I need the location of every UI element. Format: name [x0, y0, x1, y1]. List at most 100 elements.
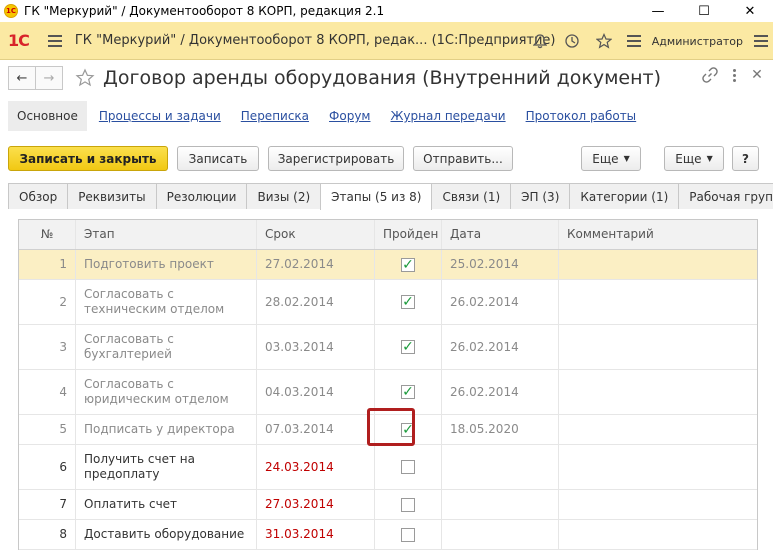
row-number: 3	[19, 325, 76, 369]
row-number: 4	[19, 370, 76, 414]
row-comment[interactable]	[559, 445, 757, 489]
menu-icon[interactable]	[43, 29, 67, 53]
row-done-cell	[375, 490, 442, 519]
row-date	[442, 445, 559, 489]
bell-icon[interactable]	[528, 29, 552, 53]
row-due-date: 04.03.2014	[257, 370, 375, 414]
row-date: 25.02.2014	[442, 250, 559, 279]
row-comment[interactable]	[559, 250, 757, 279]
favorite-star-icon[interactable]	[75, 68, 95, 88]
table-row[interactable]: 6 Получить счет на предоплату 24.03.2014	[19, 445, 757, 490]
row-stage: Согласовать с юридическим отделом	[76, 370, 257, 414]
tab-signatures[interactable]: ЭП (3)	[510, 183, 571, 209]
section-link-transfer-log[interactable]: Журнал передачи	[390, 109, 505, 123]
current-user[interactable]: Администратор	[652, 35, 743, 48]
table-row[interactable]: 2 Согласовать с техническим отделом 28.0…	[19, 280, 757, 325]
maximize-button[interactable]: ☐	[681, 0, 727, 22]
table-row[interactable]: 1 Подготовить проект 27.02.2014 ✓ 25.02.…	[19, 250, 757, 280]
table-row[interactable]: 7 Оплатить счет 27.03.2014	[19, 490, 757, 520]
back-button[interactable]: ←	[8, 66, 36, 90]
section-main[interactable]: Основное	[8, 101, 87, 131]
checkmark-icon: ✓	[402, 384, 414, 400]
app-menu-icon[interactable]	[749, 29, 773, 53]
minimize-button[interactable]: —	[635, 0, 681, 22]
row-stage: Согласовать с техническим отделом	[76, 280, 257, 324]
row-comment[interactable]	[559, 520, 757, 549]
tab-workgroup[interactable]: Рабочая группа	[678, 183, 773, 209]
row-number: 5	[19, 415, 76, 444]
tab-resolutions[interactable]: Резолюции	[155, 183, 248, 209]
row-stage: Подготовить проект	[76, 250, 257, 279]
done-checkbox[interactable]	[401, 460, 415, 474]
link-icon[interactable]	[701, 66, 719, 84]
section-link-correspondence[interactable]: Переписка	[241, 109, 309, 123]
app-toolbar: 1С ГК "Меркурий" / Документооборот 8 КОР…	[0, 22, 773, 60]
row-comment[interactable]	[559, 415, 757, 444]
save-button[interactable]: Записать	[177, 146, 259, 171]
save-and-close-button[interactable]: Записать и закрыть	[8, 146, 168, 171]
register-button[interactable]: Зарегистрировать	[268, 146, 404, 171]
tab-stages[interactable]: Этапы (5 из 8)	[320, 183, 433, 210]
history-icon[interactable]	[560, 29, 584, 53]
section-link-work-log[interactable]: Протокол работы	[526, 109, 637, 123]
tab-overview[interactable]: Обзор	[8, 183, 69, 209]
column-header-due[interactable]: Срок	[257, 220, 375, 249]
column-header-date[interactable]: Дата	[442, 220, 559, 249]
row-number: 6	[19, 445, 76, 489]
section-link-forum[interactable]: Форум	[329, 109, 370, 123]
tab-links[interactable]: Связи (1)	[431, 183, 512, 209]
done-checkbox[interactable]: ✓	[401, 385, 415, 399]
done-checkbox[interactable]: ✓	[401, 257, 415, 272]
row-number: 8	[19, 520, 76, 549]
column-header-done[interactable]: Пройден	[375, 220, 442, 249]
checkmark-icon: ✓	[402, 294, 414, 310]
section-link-processes[interactable]: Процессы и задачи	[99, 109, 221, 123]
row-done-cell: ✓	[375, 325, 442, 369]
forward-button[interactable]: →	[35, 66, 63, 90]
favorites-star-icon[interactable]	[592, 29, 616, 53]
row-due-date: 28.02.2014	[257, 280, 375, 324]
more-button-1[interactable]: Еще ▼	[581, 146, 641, 171]
column-header-number[interactable]: №	[19, 220, 76, 249]
row-comment[interactable]	[559, 370, 757, 414]
row-date: 26.02.2014	[442, 370, 559, 414]
row-number: 2	[19, 280, 76, 324]
more-button-2[interactable]: Еще ▼	[664, 146, 724, 171]
help-button[interactable]: ?	[732, 146, 759, 171]
send-button[interactable]: Отправить...	[413, 146, 513, 171]
more-actions-icon[interactable]	[727, 66, 741, 84]
tab-visas[interactable]: Визы (2)	[246, 183, 322, 209]
close-button[interactable]: ✕	[727, 0, 773, 22]
highlight-annotation	[367, 408, 415, 446]
arrow-left-icon: ←	[16, 70, 28, 86]
table-row[interactable]: 8 Доставить оборудование 31.03.2014	[19, 520, 757, 550]
1c-logo: 1С	[8, 31, 30, 50]
row-due-date: 07.03.2014	[257, 415, 375, 444]
table-header: № Этап Срок Пройден Дата Комментарий	[19, 220, 757, 250]
table-row[interactable]: 3 Согласовать с бухгалтерией 03.03.2014 …	[19, 325, 757, 370]
done-checkbox[interactable]	[401, 497, 415, 512]
row-stage: Оплатить счет	[76, 490, 257, 519]
row-comment[interactable]	[559, 490, 757, 519]
stages-table: № Этап Срок Пройден Дата Комментарий 1 П…	[18, 219, 758, 550]
chevron-down-icon: ▼	[623, 154, 630, 163]
app-logo-icon: 1С	[4, 4, 18, 18]
app-title: ГК "Меркурий" / Документооборот 8 КОРП, …	[74, 33, 556, 48]
done-checkbox[interactable]	[401, 527, 415, 542]
close-form-icon[interactable]: ✕	[749, 66, 765, 84]
command-bar: Записать и закрыть Записать Зарегистриро…	[8, 146, 765, 172]
row-due-date: 03.03.2014	[257, 325, 375, 369]
row-stage: Доставить оборудование	[76, 520, 257, 549]
more-button-2-label: Еще	[675, 151, 702, 166]
row-comment[interactable]	[559, 280, 757, 324]
column-header-stage[interactable]: Этап	[76, 220, 257, 249]
done-checkbox[interactable]: ✓	[401, 295, 415, 309]
row-comment[interactable]	[559, 325, 757, 369]
checkmark-icon: ✓	[402, 339, 414, 355]
tab-details[interactable]: Реквизиты	[67, 183, 157, 209]
more-menu-icon[interactable]	[622, 29, 646, 53]
column-header-comment[interactable]: Комментарий	[559, 220, 757, 249]
row-due-date: 27.03.2014	[257, 490, 375, 519]
done-checkbox[interactable]: ✓	[401, 340, 415, 354]
tab-categories[interactable]: Категории (1)	[569, 183, 680, 209]
